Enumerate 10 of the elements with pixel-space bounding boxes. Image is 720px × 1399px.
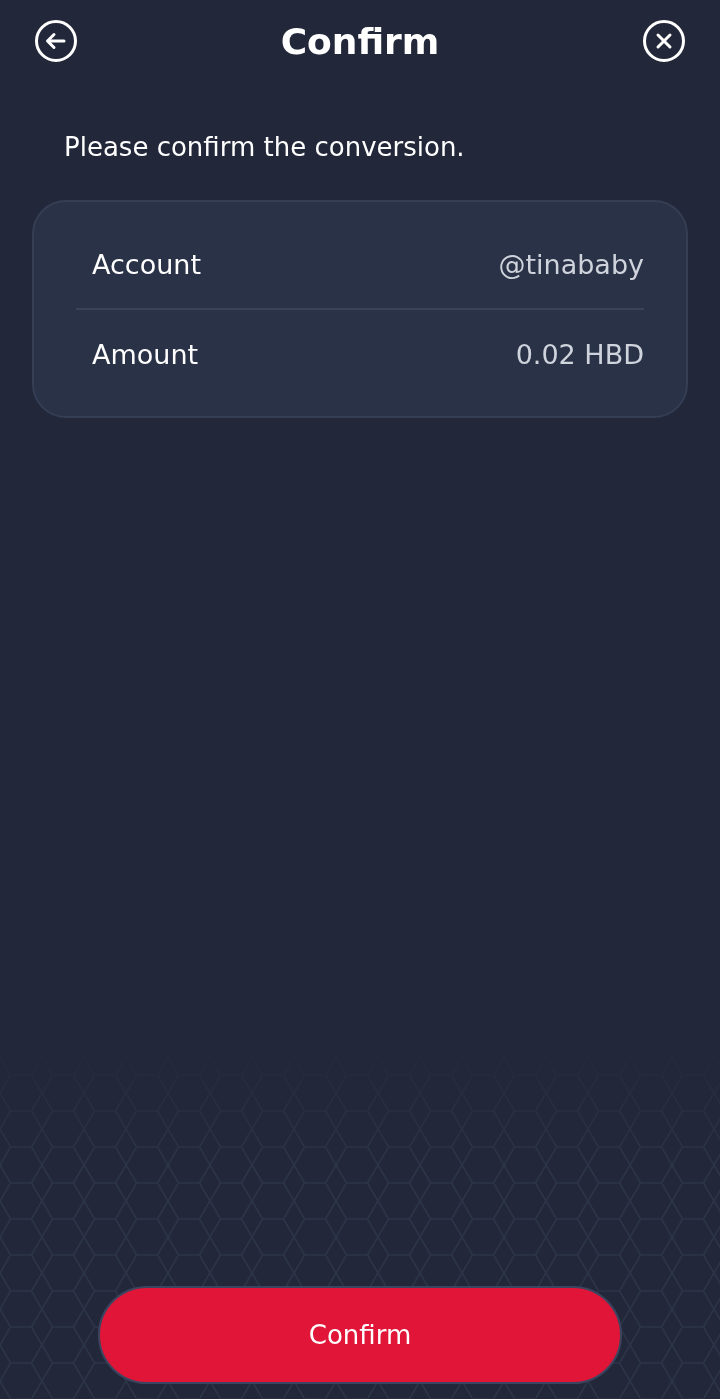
instruction-text: Please confirm the conversion. bbox=[64, 132, 466, 162]
back-button[interactable] bbox=[34, 19, 78, 63]
detail-label: Account bbox=[92, 248, 201, 280]
screen-title: Confirm bbox=[280, 20, 440, 62]
detail-value: @tinababy bbox=[498, 248, 644, 280]
detail-value: 0.02 HBD bbox=[515, 338, 644, 370]
close-button[interactable] bbox=[642, 19, 686, 63]
confirm-button[interactable]: Confirm bbox=[98, 1286, 622, 1384]
detail-label: Amount bbox=[92, 338, 199, 370]
close-icon bbox=[642, 19, 686, 63]
